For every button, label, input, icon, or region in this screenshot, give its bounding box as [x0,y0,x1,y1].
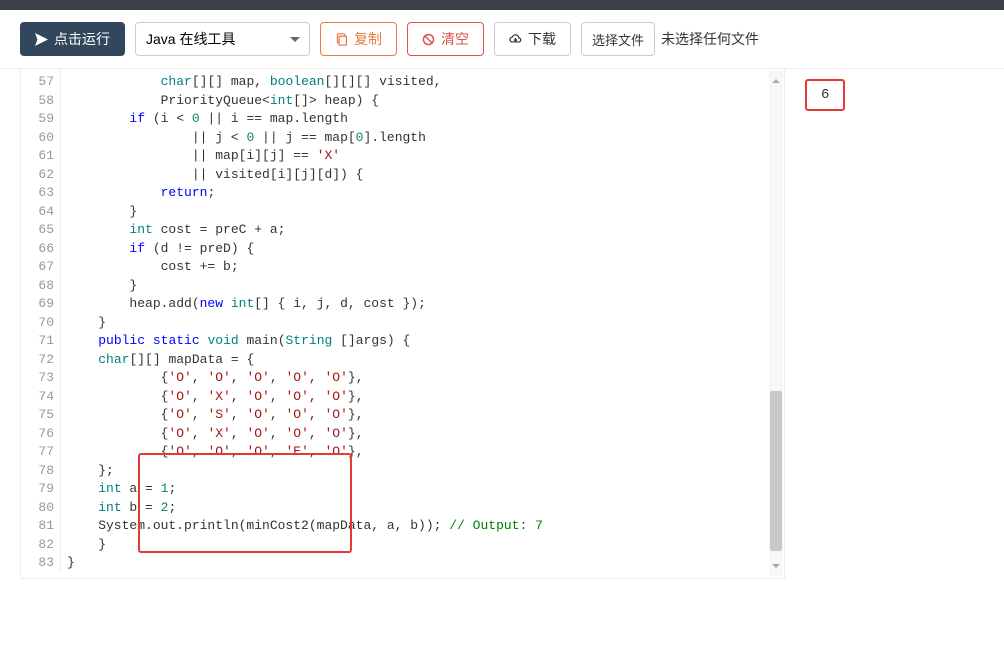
line-number: 71 [21,332,60,351]
output-value: 6 [805,79,845,111]
line-number: 64 [21,203,60,222]
line-number: 73 [21,369,60,388]
cloud-download-icon [509,33,522,46]
language-select-wrap: Java 在线工具 [135,22,310,56]
line-number: 76 [21,425,60,444]
line-number: 82 [21,536,60,555]
toolbar: 点击运行 Java 在线工具 复制 清空 下载 选择文件 未选择任何文件 [0,10,1004,69]
line-number: 72 [21,351,60,370]
line-number: 59 [21,110,60,129]
copy-button-label: 复制 [354,29,382,49]
no-file-label: 未选择任何文件 [661,29,759,49]
line-number: 77 [21,443,60,462]
line-number: 83 [21,554,60,573]
line-number: 70 [21,314,60,333]
topbar [0,0,1004,10]
download-button[interactable]: 下载 [494,22,571,56]
vertical-scrollbar[interactable] [769,71,783,576]
copy-button[interactable]: 复制 [320,22,397,56]
main-area: 5758596061626364656667686970717273747576… [0,69,1004,579]
language-select[interactable]: Java 在线工具 [135,22,310,56]
line-number: 78 [21,462,60,481]
scrollbar-thumb[interactable] [770,391,782,551]
download-button-label: 下载 [528,29,556,49]
code-content[interactable]: char[][] map, boolean[][][] visited, Pri… [61,69,784,578]
scroll-down-icon[interactable] [772,564,780,572]
line-number: 61 [21,147,60,166]
line-number: 66 [21,240,60,259]
line-number: 80 [21,499,60,518]
line-number: 69 [21,295,60,314]
run-button[interactable]: 点击运行 [20,22,125,56]
line-number: 74 [21,388,60,407]
line-number: 63 [21,184,60,203]
line-number: 67 [21,258,60,277]
line-number: 60 [21,129,60,148]
scroll-up-icon[interactable] [772,75,780,83]
code-editor[interactable]: 5758596061626364656667686970717273747576… [20,69,785,579]
ban-icon [422,33,435,46]
choose-file-label: 选择文件 [592,30,644,49]
send-icon [35,33,48,46]
line-number: 58 [21,92,60,111]
run-button-label: 点击运行 [54,29,110,49]
line-number: 65 [21,221,60,240]
output-pane: 6 [805,69,984,579]
clear-button[interactable]: 清空 [407,22,484,56]
line-number: 62 [21,166,60,185]
line-number: 57 [21,73,60,92]
copy-icon [335,33,348,46]
line-number: 68 [21,277,60,296]
clear-button-label: 清空 [441,29,469,49]
line-number: 79 [21,480,60,499]
line-number: 81 [21,517,60,536]
line-gutter: 5758596061626364656667686970717273747576… [21,69,61,573]
choose-file-button[interactable]: 选择文件 [581,22,655,56]
line-number: 75 [21,406,60,425]
